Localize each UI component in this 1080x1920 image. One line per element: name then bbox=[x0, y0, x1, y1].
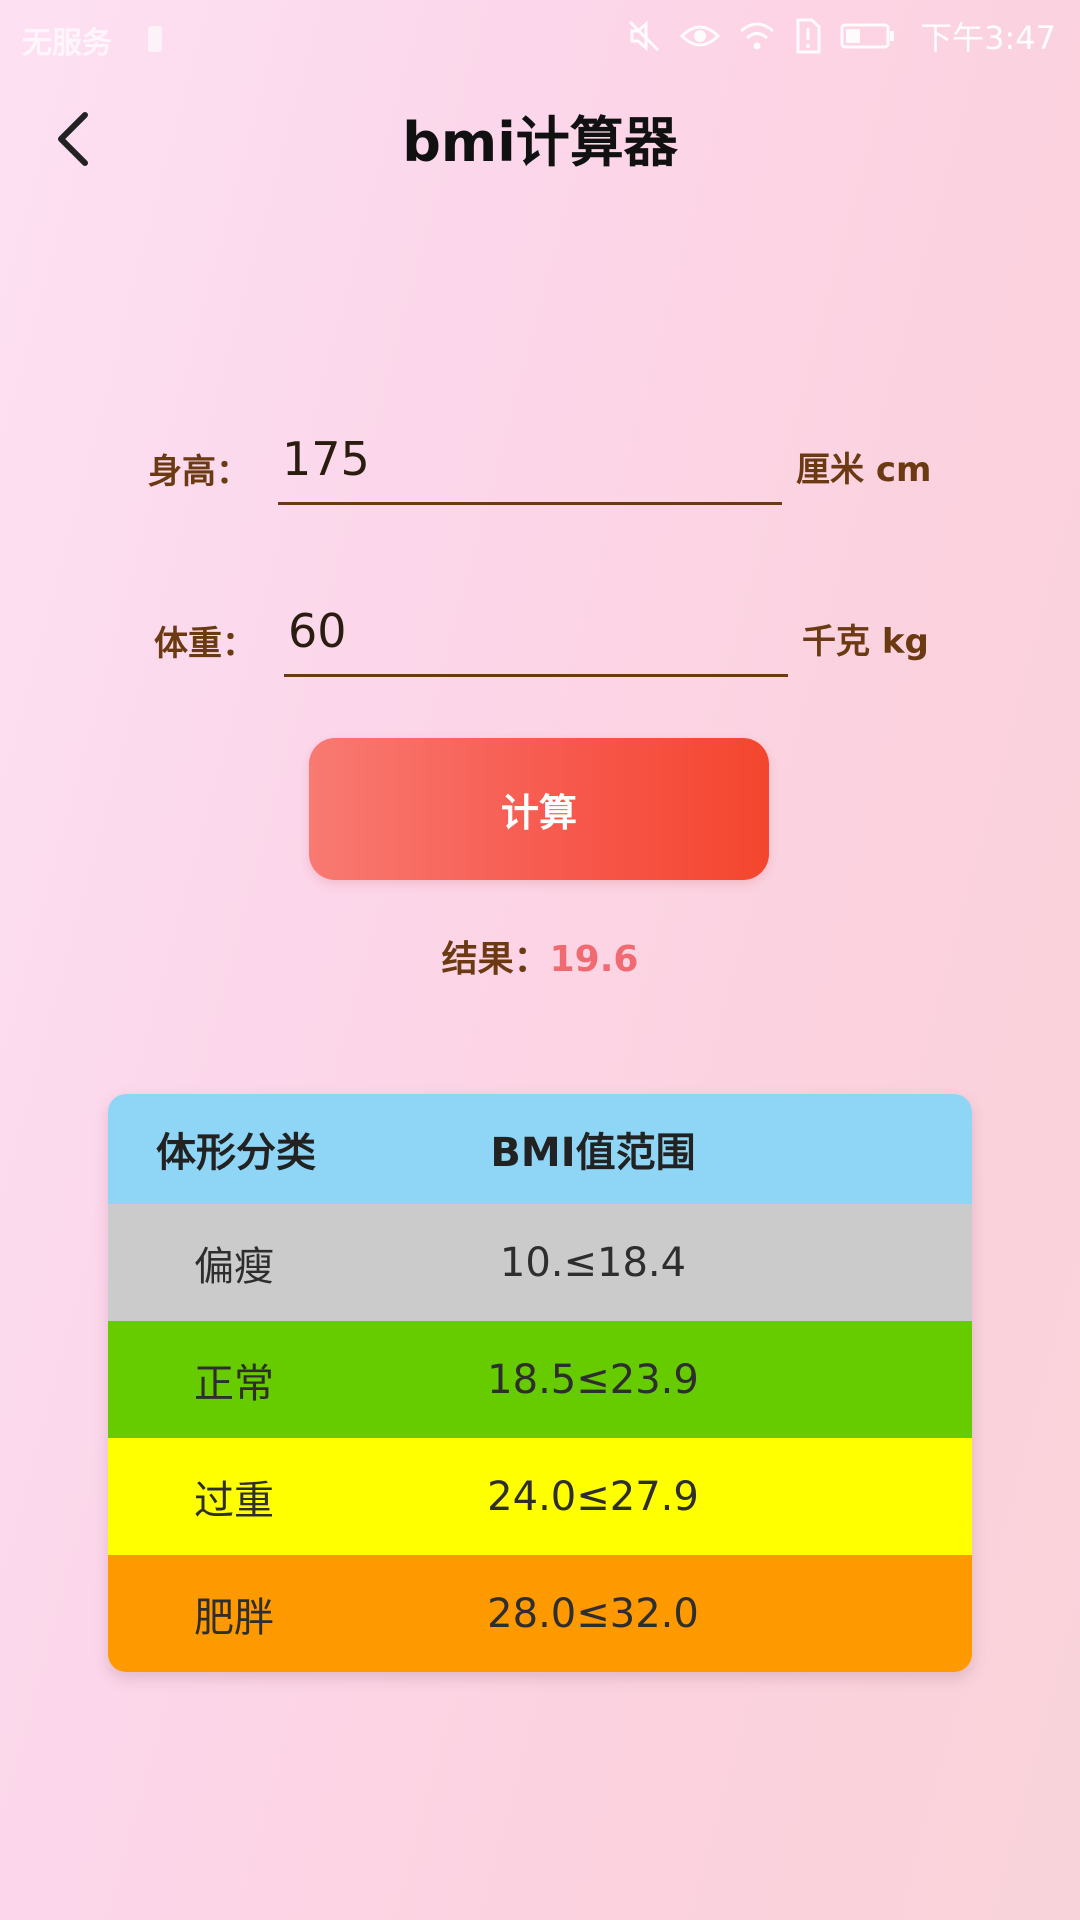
page-title: bmi计算器 bbox=[402, 111, 678, 174]
row-category: 过重 bbox=[194, 1477, 274, 1524]
table-row: 肥胖 28.0≤32.0 bbox=[108, 1555, 972, 1672]
height-row: 身高： 厘米 cm bbox=[148, 424, 931, 505]
table-row: 正常 18.5≤23.9 bbox=[108, 1321, 972, 1438]
bmi-table: 体形分类 BMI值范围 偏瘦 10.≤18.4 正常 18.5≤23.9 过重 … bbox=[108, 1094, 972, 1672]
height-unit: 厘米 cm bbox=[796, 450, 932, 490]
weight-row: 体重： 千克 kg bbox=[154, 596, 929, 677]
row-category: 偏瘦 bbox=[194, 1243, 274, 1290]
weight-input[interactable] bbox=[284, 596, 788, 677]
result: 结果：19.6 bbox=[0, 930, 1080, 982]
calculate-button[interactable]: 计算 bbox=[309, 738, 769, 880]
table-header: 体形分类 BMI值范围 bbox=[108, 1094, 972, 1204]
row-range: 24.0≤27.9 bbox=[487, 1473, 699, 1520]
height-input[interactable] bbox=[278, 424, 782, 505]
row-range: 28.0≤32.0 bbox=[487, 1590, 699, 1637]
header-category: 体形分类 bbox=[156, 1130, 316, 1176]
row-category: 正常 bbox=[194, 1360, 274, 1407]
height-label: 身高： bbox=[148, 452, 250, 492]
result-label: 结果： bbox=[441, 939, 550, 980]
row-category: 肥胖 bbox=[194, 1594, 274, 1641]
mute-icon bbox=[629, 20, 660, 52]
battery-icon bbox=[840, 23, 895, 49]
wifi-icon bbox=[740, 22, 775, 50]
header-range: BMI值范围 bbox=[490, 1130, 696, 1176]
status-time: 下午3:47 bbox=[920, 19, 1056, 57]
weight-unit: 千克 kg bbox=[802, 622, 929, 662]
carrier-indicator bbox=[148, 26, 162, 52]
status-icons: 下午3:47 bbox=[626, 14, 1056, 58]
status-bar: 无服务 下午3:47 bbox=[0, 0, 1080, 72]
eye-icon bbox=[680, 25, 721, 47]
table-row: 过重 24.0≤27.9 bbox=[108, 1438, 972, 1555]
result-value: 19.6 bbox=[549, 939, 639, 980]
weight-label: 体重： bbox=[154, 624, 256, 664]
carrier-text: 无服务 bbox=[22, 26, 112, 61]
sim-alert-icon bbox=[796, 18, 821, 54]
row-range: 18.5≤23.9 bbox=[487, 1356, 699, 1403]
row-range: 10.≤18.4 bbox=[499, 1239, 687, 1286]
table-row: 偏瘦 10.≤18.4 bbox=[108, 1204, 972, 1321]
